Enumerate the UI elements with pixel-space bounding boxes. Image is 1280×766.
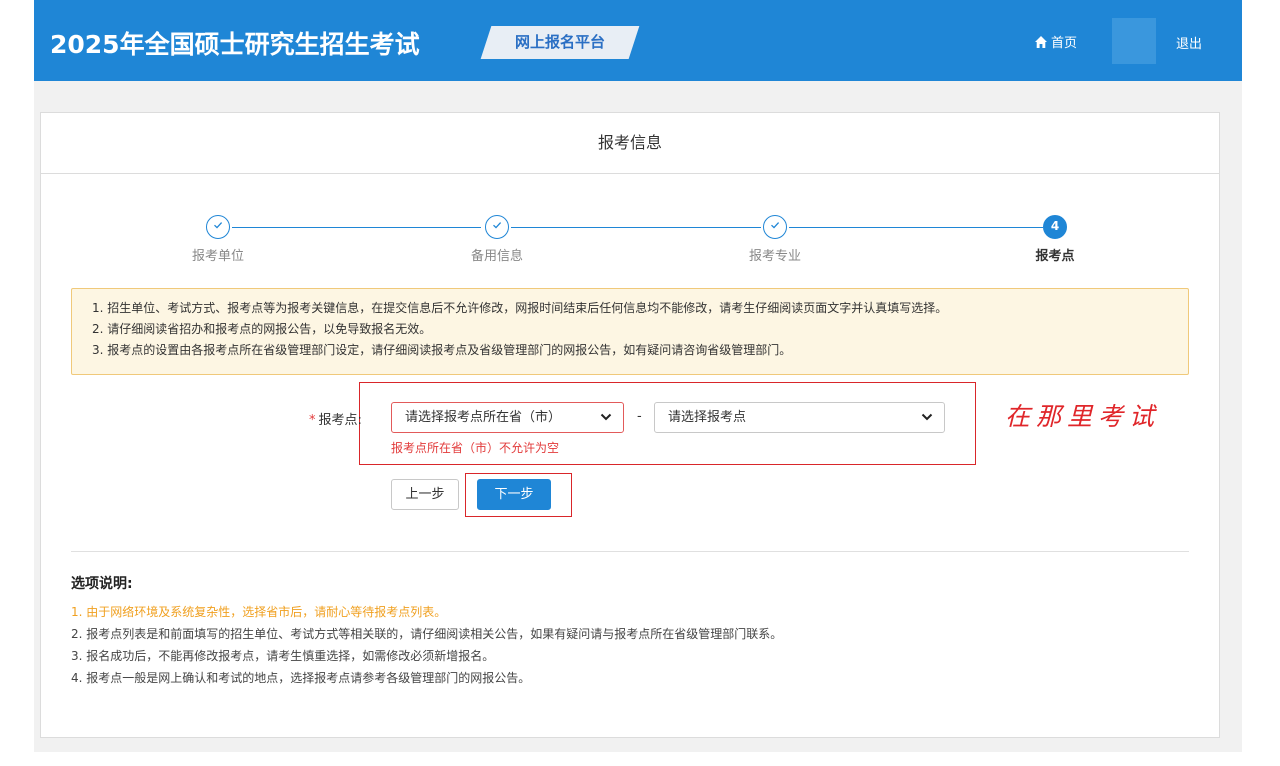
next-step-button[interactable]: 下一步 <box>477 479 551 510</box>
step-4-number: 4 <box>1043 215 1067 239</box>
home-link[interactable]: 首页 <box>1034 32 1077 51</box>
step-label: 报考单位 <box>191 249 244 264</box>
province-select-value: 请选择报考点所在省（市） <box>405 410 562 425</box>
options-title: 选项说明: <box>71 576 133 592</box>
chevron-down-icon <box>600 403 612 432</box>
options-item: 3. 报名成功后，不能再修改报考点，请考生慎重选择，如需修改必须新增报名。 <box>71 649 495 663</box>
avatar <box>1112 18 1156 64</box>
handwritten-annotation: 在那里考试 <box>1005 402 1161 431</box>
platform-tag: 网上报名平台 <box>480 26 640 59</box>
top-header: 2025年全国硕士研究生招生考试 网上报名平台 首页 退出 <box>34 0 1242 81</box>
step-connector <box>789 227 1043 228</box>
divider <box>71 551 1189 552</box>
card-title: 报考信息 <box>41 113 1219 174</box>
platform-tag-label: 网上报名平台 <box>514 33 605 51</box>
province-select[interactable]: 请选择报考点所在省（市） <box>391 402 624 433</box>
options-list: 1. 由于网络环境及系统复杂性，选择省市后，请耐心等待报考点列表。 2. 报考点… <box>71 601 782 689</box>
step-3-check-icon <box>763 215 787 239</box>
select-separator: - <box>637 409 642 424</box>
notice-line: 1. 招生单位、考试方式、报考点等为报考关键信息，在提交信息后不允许修改，网报时… <box>92 301 948 315</box>
step-2-check-icon <box>485 215 509 239</box>
home-icon <box>1035 36 1047 48</box>
notice-box: 1. 招生单位、考试方式、报考点等为报考关键信息，在提交信息后不允许修改，网报时… <box>71 288 1189 375</box>
step-label: 备用信息 <box>470 249 523 264</box>
options-item: 2. 报考点列表是和前面填写的招生单位、考试方式等相关联的，请仔细阅读相关公告，… <box>71 627 783 641</box>
step-1-check-icon <box>206 215 230 239</box>
step-connector <box>511 227 761 228</box>
required-mark: * <box>309 413 316 428</box>
registration-card: 报考信息 4 报考单位 备用信息 报考专业 报考点 1. 招生单位、考试方式、报… <box>40 112 1220 738</box>
notice-line: 3. 报考点的设置由各报考点所在省级管理部门设定，请仔细阅读报考点及省级管理部门… <box>92 343 792 357</box>
step-label-active: 报考点 <box>1035 249 1075 264</box>
progress-steps: 4 报考单位 备用信息 报考专业 报考点 <box>41 215 1221 275</box>
exam-point-select-value: 请选择报考点 <box>668 410 747 425</box>
exam-point-select[interactable]: 请选择报考点 <box>654 402 945 433</box>
province-error-text: 报考点所在省（市）不允许为空 <box>391 441 560 455</box>
step-label: 报考专业 <box>748 249 801 264</box>
home-link-label: 首页 <box>1051 36 1078 51</box>
exam-site-label-text: 报考点: <box>318 413 362 428</box>
site-title: 2025年全国硕士研究生招生考试 <box>50 30 420 59</box>
options-item: 1. 由于网络环境及系统复杂性，选择省市后，请耐心等待报考点列表。 <box>71 605 447 619</box>
exam-site-label: * 报考点: <box>309 409 362 428</box>
notice-line: 2. 请仔细阅读省招办和报考点的网报公告，以免导致报名无效。 <box>92 322 432 336</box>
chevron-down-icon <box>921 403 933 432</box>
prev-step-button[interactable]: 上一步 <box>391 479 459 510</box>
options-item: 4. 报考点一般是网上确认和考试的地点，选择报考点请参考各级管理部门的网报公告。 <box>71 671 531 685</box>
step-connector <box>232 227 481 228</box>
logout-link[interactable]: 退出 <box>1176 33 1202 52</box>
